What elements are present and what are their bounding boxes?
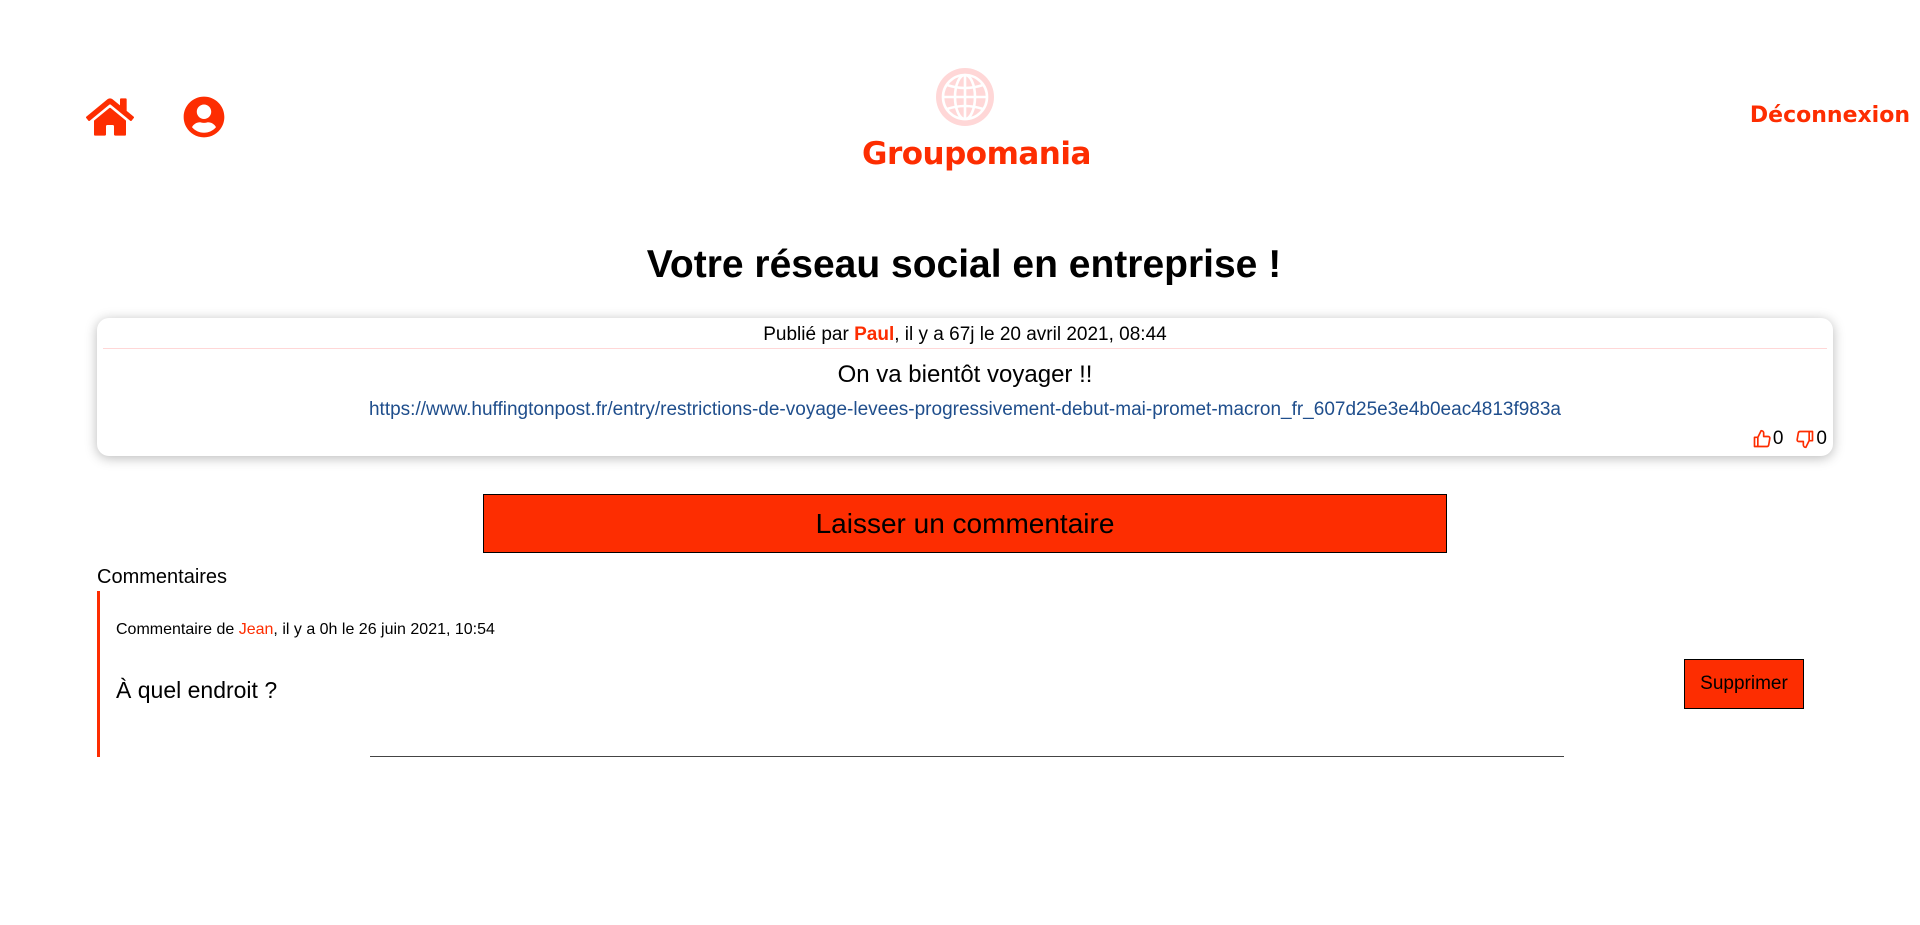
post-card: Publié par Paul, il y a 67j le 20 avril …	[97, 318, 1833, 456]
like-button[interactable]: 0	[1752, 428, 1784, 450]
thumbs-down-icon	[1796, 430, 1814, 449]
like-count: 0	[1772, 428, 1784, 449]
user-circle-icon	[183, 96, 225, 138]
home-icon	[85, 98, 135, 136]
brand-name: Groupomania	[862, 136, 1091, 172]
comment-meta-suffix: , il y a 0h le 26 juin 2021, 10:54	[273, 621, 495, 638]
dislike-button[interactable]: 0	[1795, 428, 1827, 450]
delete-comment-button[interactable]: Supprimer	[1684, 659, 1804, 709]
home-link[interactable]	[85, 95, 135, 139]
post-link[interactable]: https://www.huffingtonpost.fr/entry/rest…	[97, 399, 1833, 421]
page-title: Votre réseau social en entreprise !	[646, 243, 1282, 286]
page: Groupomania Déconnexion Votre réseau soc…	[0, 0, 1920, 925]
comment-separator	[370, 756, 1564, 757]
dislike-count: 0	[1816, 428, 1827, 449]
post-author[interactable]: Paul	[854, 324, 894, 345]
comment-meta: Commentaire de Jean, il y a 0h le 26 jui…	[116, 621, 495, 639]
post-divider	[103, 348, 1827, 349]
leave-comment-button[interactable]: Laisser un commentaire	[483, 494, 1447, 553]
header: Groupomania Déconnexion	[0, 0, 1920, 200]
post-meta-suffix: , il y a 67j le 20 avril 2021, 08:44	[894, 324, 1167, 345]
brand-logo: Groupomania	[862, 64, 1091, 172]
comment-author[interactable]: Jean	[239, 621, 274, 638]
logout-link[interactable]: Déconnexion	[1750, 103, 1910, 128]
comment-item: Commentaire de Jean, il y a 0h le 26 jui…	[97, 591, 1836, 757]
comments-heading: Commentaires	[97, 566, 228, 588]
post-text: On va bientôt voyager !!	[837, 361, 1093, 388]
post-meta: Publié par Paul, il y a 67j le 20 avril …	[97, 318, 1833, 348]
reactions: 0 0	[1740, 428, 1827, 450]
comment-meta-prefix: Commentaire de	[116, 621, 239, 638]
comment-text: À quel endroit ?	[116, 677, 278, 703]
thumbs-up-icon	[1753, 429, 1771, 448]
profile-link[interactable]	[183, 96, 225, 138]
post-meta-prefix: Publié par	[763, 324, 855, 345]
globe-icon	[936, 68, 994, 126]
